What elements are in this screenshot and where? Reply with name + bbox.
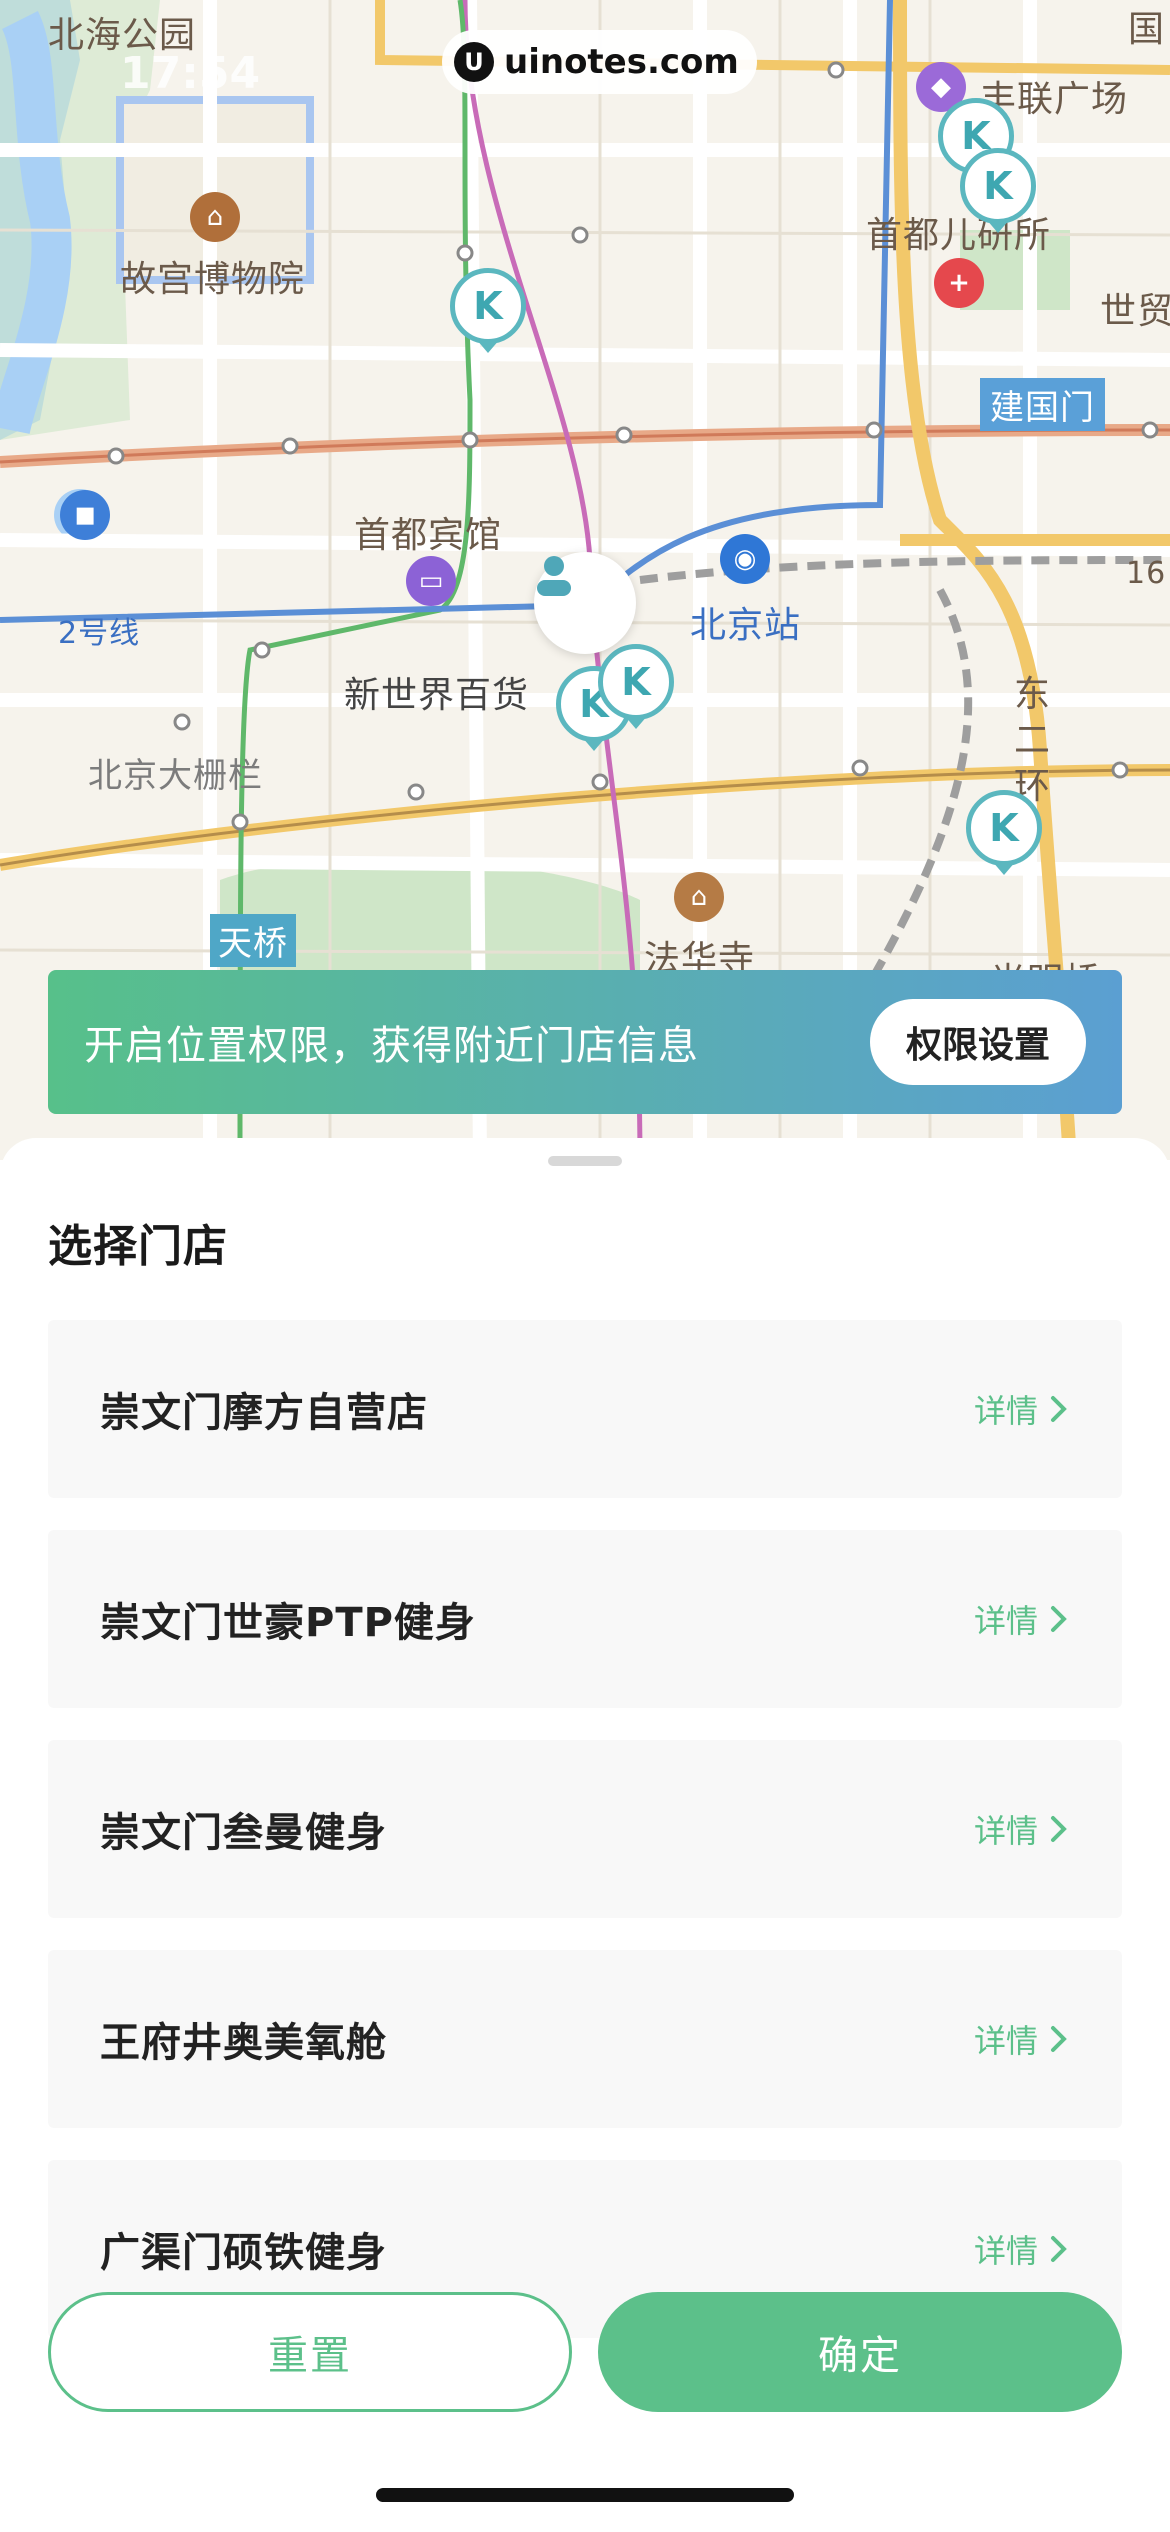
chevron-right-icon — [1051, 1606, 1067, 1632]
map-label-palace-museum: 故宫博物院 — [120, 259, 306, 300]
permission-settings-button[interactable]: 权限设置 — [869, 999, 1086, 1085]
person-icon — [537, 556, 571, 596]
store-list[interactable]: 崇文门摩方自营店 详情 崇文门世豪PTP健身 详情 崇文门叁曼健身 详情 王府井… — [48, 1320, 1122, 2386]
store-pin-icon[interactable]: K — [450, 268, 526, 344]
store-item[interactable]: 崇文门叁曼健身 详情 — [48, 1740, 1122, 1918]
watermark: U uinotes.com — [442, 30, 757, 94]
map-label-capital-hotel: 首都宾馆 — [354, 515, 503, 556]
watermark-logo-icon: U — [454, 42, 494, 82]
store-name: 崇文门摩方自营店 — [100, 1390, 428, 1436]
detail-label: 详情 — [973, 1392, 1038, 1430]
watermark-text: uinotes.com — [504, 42, 739, 82]
detail-label: 详情 — [973, 2232, 1038, 2270]
store-item[interactable]: 王府井奥美氧舱 详情 — [48, 1950, 1122, 2128]
hospital-icon[interactable]: + — [934, 258, 984, 308]
store-name: 王府井奥美氧舱 — [100, 2020, 387, 2066]
store-name: 广渠门硕铁健身 — [100, 2230, 387, 2276]
status-bar-time: 17:54 — [120, 48, 261, 99]
confirm-button[interactable]: 确定 — [598, 2292, 1122, 2412]
map-label-num16: 16 — [1126, 556, 1167, 591]
map-label-guo: 国 — [1128, 9, 1166, 50]
map-label-tianqiao: 天桥 — [210, 914, 296, 967]
detail-label: 详情 — [973, 1602, 1038, 1640]
chevron-right-icon — [1051, 1396, 1067, 1422]
store-name: 崇文门叁曼健身 — [100, 1810, 387, 1856]
action-bar: 重置 确定 — [48, 2292, 1122, 2412]
map-label-dashilar: 北京大栅栏 — [88, 756, 263, 796]
map-label-east-ring: 东二环 — [1014, 674, 1052, 807]
permission-banner-text: 开启位置权限，获得附近门店信息 — [84, 1023, 699, 1069]
map-label-new-world: 新世界百货 — [344, 675, 530, 716]
store-detail-link[interactable]: 详情 — [974, 1806, 1070, 1852]
chevron-right-icon — [1051, 2236, 1067, 2262]
store-name: 崇文门世豪PTP健身 — [100, 1600, 476, 1646]
detail-label: 详情 — [973, 2022, 1038, 2060]
detail-label: 详情 — [973, 1812, 1038, 1850]
store-pin-icon[interactable]: K — [966, 790, 1042, 866]
store-detail-link[interactable]: 详情 — [974, 2016, 1070, 2062]
reset-button[interactable]: 重置 — [48, 2292, 572, 2412]
chevron-right-icon — [1051, 1816, 1067, 1842]
chevron-right-icon — [1051, 2026, 1067, 2052]
temple-icon[interactable]: ⌂ — [674, 872, 724, 922]
map-label-line2: 2号线 — [58, 616, 141, 651]
map-label-jianguomen: 建国门 — [980, 378, 1105, 431]
store-pin-icon[interactable]: K — [598, 644, 674, 720]
place-icon[interactable]: ◼ — [60, 490, 110, 540]
sheet-grabber[interactable] — [548, 1156, 622, 1166]
location-permission-banner: 开启位置权限，获得附近门店信息 权限设置 — [48, 970, 1122, 1114]
train-station-icon[interactable]: ◉ — [720, 534, 770, 584]
store-detail-link[interactable]: 详情 — [974, 1386, 1070, 1432]
sheet-title: 选择门店 — [48, 1221, 228, 1272]
hotel-icon[interactable]: ▭ — [406, 556, 456, 606]
map-label-shimao: 世贸 — [1100, 291, 1170, 332]
store-item[interactable]: 崇文门世豪PTP健身 详情 — [48, 1530, 1122, 1708]
map-label-beijing-station: 北京站 — [690, 605, 802, 646]
user-location-marker[interactable] — [534, 552, 636, 654]
store-detail-link[interactable]: 详情 — [974, 2226, 1070, 2272]
museum-icon[interactable]: ⌂ — [190, 192, 240, 242]
store-picker-sheet: 选择门店 崇文门摩方自营店 详情 崇文门世豪PTP健身 详情 崇文门叁曼健身 详… — [0, 1138, 1170, 2532]
home-indicator[interactable] — [376, 2488, 794, 2502]
store-item[interactable]: 崇文门摩方自营店 详情 — [48, 1320, 1122, 1498]
store-detail-link[interactable]: 详情 — [974, 1596, 1070, 1642]
store-pin-icon[interactable]: K — [960, 148, 1036, 224]
